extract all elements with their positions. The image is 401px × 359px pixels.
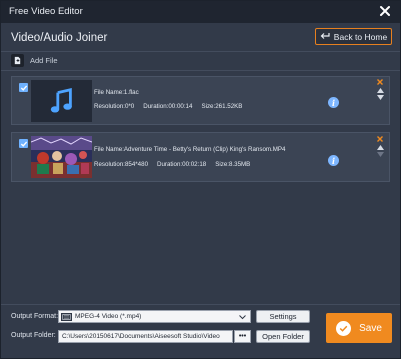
window-title: Free Video Editor — [9, 6, 83, 17]
settings-button[interactable]: Settings — [256, 310, 310, 323]
back-arrow-icon — [320, 33, 330, 39]
file-name: File Name:1.flac — [94, 89, 139, 96]
output-format-select[interactable]: MPEG-4 Video (*.mp4) — [58, 310, 251, 323]
file-list-item[interactable]: File Name:1.flac Resolution:0*0 Duration… — [11, 76, 390, 125]
back-to-home-button[interactable]: Back to Home — [315, 28, 392, 45]
file-checkbox[interactable] — [19, 83, 28, 92]
file-name: File Name:Adventure Time - Betty's Retur… — [94, 146, 286, 153]
app-window: Free Video Editor Video/Audio Joiner Bac… — [0, 0, 401, 359]
video-thumbnail — [31, 136, 92, 178]
file-meta: Resolution:854*480 Duration:00:02:18 Siz… — [94, 161, 251, 168]
remove-icon[interactable] — [376, 135, 384, 143]
file-resolution: Resolution:854*480 — [94, 161, 149, 168]
divider — [1, 51, 400, 52]
move-up-icon[interactable] — [376, 145, 384, 150]
close-icon[interactable] — [378, 4, 392, 18]
output-folder-label: Output Folder: — [11, 332, 56, 339]
music-note-icon — [31, 80, 92, 122]
move-down-icon[interactable] — [376, 152, 384, 157]
add-file-icon — [11, 54, 24, 67]
item-controls — [376, 78, 384, 100]
output-format-label: Output Format: — [11, 313, 59, 320]
save-label: Save — [359, 322, 382, 334]
remove-icon[interactable] — [376, 78, 384, 86]
file-meta: Resolution:0*0 Duration:00:00:14 Size:26… — [94, 103, 243, 110]
open-folder-button[interactable]: Open Folder — [256, 330, 310, 343]
file-size: Size:261.52KB — [201, 103, 243, 110]
file-size: Size:8.35MB — [215, 161, 251, 168]
video-format-icon — [61, 312, 72, 321]
browse-folder-button[interactable]: ••• — [234, 330, 251, 343]
output-format-value: MPEG-4 Video (*.mp4) — [75, 313, 142, 320]
item-controls — [376, 135, 384, 157]
info-icon[interactable]: i — [328, 155, 339, 166]
file-duration: Duration:00:00:14 — [143, 103, 193, 110]
output-folder-field[interactable]: C:\Users\20150617\Documents\Aiseesoft St… — [58, 330, 233, 343]
divider — [1, 70, 400, 71]
checkmark-icon — [336, 320, 352, 336]
info-icon[interactable]: i — [328, 97, 339, 108]
page-title: Video/Audio Joiner — [11, 32, 108, 44]
divider — [1, 304, 400, 305]
file-duration: Duration:00:02:18 — [157, 161, 207, 168]
file-checkbox[interactable] — [19, 139, 28, 148]
add-file-label: Add File — [30, 56, 58, 65]
title-bar: Free Video Editor — [1, 1, 400, 23]
add-file-button[interactable]: Add File — [11, 54, 58, 67]
move-down-icon[interactable] — [376, 95, 384, 100]
save-button[interactable]: Save — [326, 313, 392, 343]
file-list-item[interactable]: File Name:Adventure Time - Betty's Retur… — [11, 132, 390, 182]
back-to-home-label: Back to Home — [333, 31, 388, 42]
file-resolution: Resolution:0*0 — [94, 103, 135, 110]
chevron-down-icon — [239, 315, 246, 320]
move-up-icon[interactable] — [376, 88, 384, 93]
